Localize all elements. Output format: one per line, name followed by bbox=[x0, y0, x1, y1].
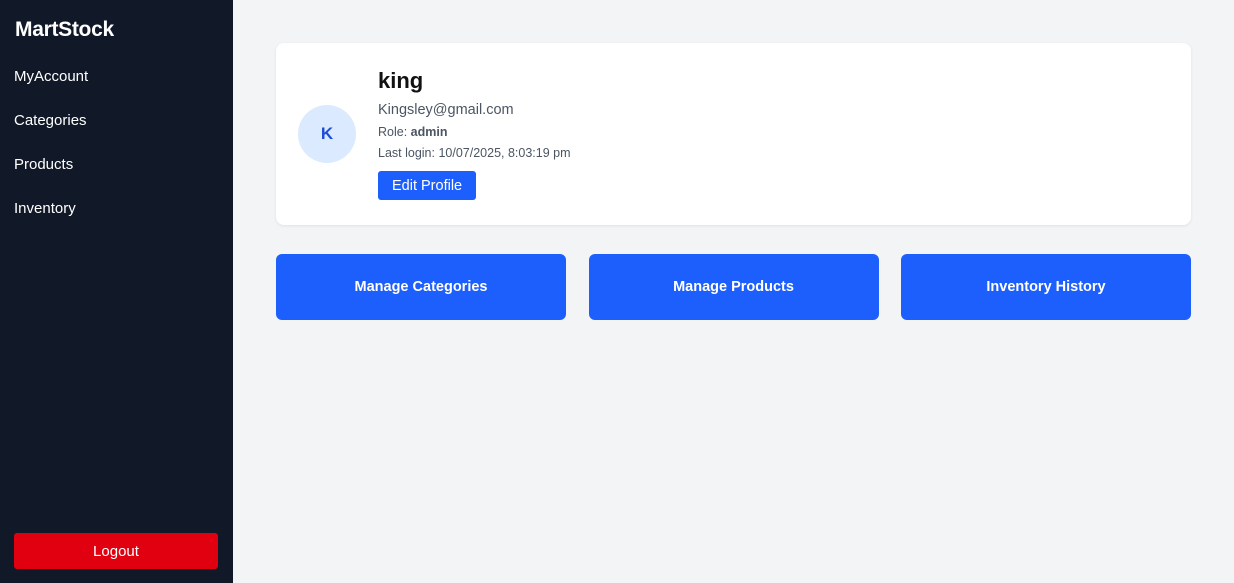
role-label: Role: bbox=[378, 125, 411, 139]
role-value: admin bbox=[410, 125, 448, 139]
logout-button[interactable]: Logout bbox=[14, 533, 218, 569]
profile-role: Role: admin bbox=[378, 123, 571, 141]
sidebar-item-inventory[interactable]: Inventory bbox=[14, 198, 88, 242]
inventory-history-button[interactable]: Inventory History bbox=[901, 254, 1191, 320]
profile-info: king Kingsley@gmail.com Role: admin Last… bbox=[378, 68, 571, 200]
app-root: MartStock MyAccount Categories Products … bbox=[0, 0, 1234, 583]
last-login-label: Last login: bbox=[378, 146, 439, 160]
profile-last-login: Last login: 10/07/2025, 8:03:19 pm bbox=[378, 144, 571, 162]
sidebar-item-categories[interactable]: Categories bbox=[14, 110, 88, 154]
main-content: K king Kingsley@gmail.com Role: admin La… bbox=[233, 0, 1234, 583]
manage-products-button[interactable]: Manage Products bbox=[588, 254, 879, 320]
sidebar-item-myaccount[interactable]: MyAccount bbox=[14, 66, 88, 110]
quick-actions: Manage Categories Manage Products Invent… bbox=[276, 254, 1191, 320]
edit-profile-button[interactable]: Edit Profile bbox=[378, 171, 477, 200]
sidebar-nav: MyAccount Categories Products Inventory bbox=[14, 66, 88, 242]
profile-card: K king Kingsley@gmail.com Role: admin La… bbox=[276, 43, 1191, 225]
sidebar: MartStock MyAccount Categories Products … bbox=[0, 0, 233, 583]
avatar: K bbox=[298, 105, 356, 163]
sidebar-item-products[interactable]: Products bbox=[14, 154, 88, 198]
profile-email: Kingsley@gmail.com bbox=[378, 102, 514, 118]
profile-name: king bbox=[378, 68, 424, 93]
last-login-value: 10/07/2025, 8:03:19 pm bbox=[438, 146, 571, 160]
brand-logo: MartStock bbox=[15, 18, 114, 41]
manage-categories-button[interactable]: Manage Categories bbox=[276, 254, 566, 320]
